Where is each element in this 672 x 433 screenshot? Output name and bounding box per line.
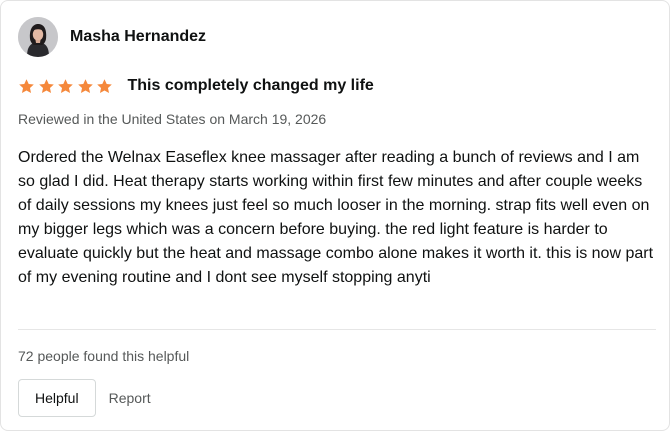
reviewer-name: Masha Hernandez [70,28,207,45]
review-meta: Reviewed in the United States on March 1… [18,111,327,127]
star-icon [57,78,74,95]
reviewer-header: Masha Hernandez [18,17,206,57]
star-icon [18,78,35,95]
review-actions: Helpful Report [18,379,151,417]
review-headline: This completely changed my life [127,77,374,94]
rating-headline-row: This completely changed my life [18,74,374,98]
divider [18,329,656,330]
star-rating [18,78,116,95]
report-link[interactable]: Report [109,390,151,406]
star-icon [77,78,94,95]
review-body: Ordered the Welnax Easeflex knee massage… [18,149,654,286]
review-card: Masha Hernandez This completely changed … [0,0,670,431]
star-icon [38,78,55,95]
helpful-count: 72 people found this helpful [18,348,190,364]
helpful-button[interactable]: Helpful [18,379,96,417]
reviewer-avatar [18,17,58,57]
star-icon [96,78,113,95]
